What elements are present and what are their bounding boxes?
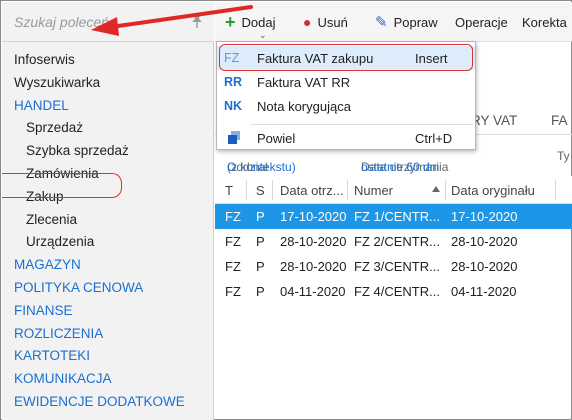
tab-vat-registry[interactable]: RY VAT — [471, 113, 517, 128]
add-button[interactable]: + Dodaj ⌄ — [225, 2, 275, 42]
nav-item-zakup[interactable]: Zakup — [2, 186, 214, 209]
operations-button[interactable]: Operacje — [455, 2, 508, 42]
pin-icon[interactable] — [190, 13, 204, 29]
nav-item-wyszukiwarka[interactable]: Wyszukiwarka — [2, 72, 214, 95]
type-filter[interactable]: Ty — [557, 149, 570, 163]
cell-status: P — [256, 284, 265, 299]
column-divider — [272, 180, 273, 200]
menu-item-label: Powiel — [257, 130, 296, 146]
fz-icon: FZ — [224, 51, 240, 65]
cell-received-date: 28-10-2020 — [280, 259, 347, 274]
cell-received-date: 28-10-2020 — [280, 234, 347, 249]
table-row[interactable]: FZ P 17-10-2020 FZ 1/CENTR... 17-10-2020 — [215, 204, 572, 229]
column-divider — [555, 180, 556, 200]
nav-section-polityka-cenowa[interactable]: POLITYKA CENOWA — [2, 277, 214, 300]
column-header-number[interactable]: Numer — [354, 183, 393, 198]
delete-icon: ● — [303, 14, 312, 30]
cell-received-date: 17-10-2020 — [280, 209, 347, 224]
menu-item-faktura-vat-rr[interactable]: RR Faktura VAT RR — [217, 70, 475, 94]
documents-table: T S Data otrz... Numer Data oryginału FZ… — [215, 176, 572, 304]
column-header-received-date[interactable]: Data otrz... — [280, 183, 344, 198]
table-row[interactable]: FZ P 04-11-2020 FZ 4/CENTR... 04-11-2020 — [215, 279, 572, 304]
fix-button[interactable]: ✎ Popraw — [375, 2, 438, 42]
table-row[interactable]: FZ P 28-10-2020 FZ 3/CENTR... 28-10-2020 — [215, 254, 572, 279]
menu-item-nota-korygujaca[interactable]: NK Nota korygująca — [217, 94, 475, 118]
nav-item-urzadzenia[interactable]: Urządzenia — [2, 231, 214, 254]
chevron-down-icon: ⌄ — [259, 30, 267, 40]
cell-number: FZ 2/CENTR... — [354, 234, 440, 249]
cell-type: FZ — [225, 209, 241, 224]
menu-item-label: Nota korygująca — [257, 98, 351, 114]
cell-type: FZ — [225, 259, 241, 274]
table-header: T S Data otrz... Numer Data oryginału — [215, 176, 572, 204]
cell-original-date: 28-10-2020 — [451, 234, 518, 249]
nav-section-komunikacja[interactable]: KOMUNIKACJA — [2, 368, 214, 391]
correction-button-label: Korekta — [522, 14, 567, 30]
cell-original-date: 17-10-2020 — [451, 209, 518, 224]
tab-partial[interactable]: FA — [551, 113, 568, 128]
cell-status: P — [256, 209, 265, 224]
add-dropdown-menu: FZ Faktura VAT zakupu Insert RR Faktura … — [216, 41, 476, 150]
plus-icon: + — [225, 11, 236, 32]
cell-status: P — [256, 234, 265, 249]
brush-icon: ✎ — [375, 14, 388, 31]
nav-section-magazyn[interactable]: MAGAZYN — [2, 254, 214, 277]
nav-item-szybka-sprzedaz[interactable]: Szybka sprzedaż — [2, 140, 214, 163]
toolbar: + Dodaj ⌄ ● Usuń ✎ Popraw Operacje Korek… — [215, 2, 572, 42]
menu-item-label: Faktura VAT RR — [257, 74, 351, 90]
cell-type: FZ — [225, 234, 241, 249]
menu-item-shortcut: Insert — [415, 50, 448, 66]
nav-tree: Infoserwis Wyszukiwarka HANDEL Sprzedaż … — [2, 49, 214, 414]
command-search[interactable]: Szukaj poleceń — [2, 2, 214, 42]
menu-item-powiel[interactable]: Powiel Ctrl+D — [217, 126, 475, 150]
fix-button-label: Popraw — [393, 14, 438, 30]
nav-item-infoserwis[interactable]: Infoserwis — [2, 49, 214, 72]
nav-section-rozliczenia[interactable]: ROZLICZENIA — [2, 323, 214, 346]
column-header-status[interactable]: S — [256, 183, 265, 198]
add-button-label: Dodaj — [241, 14, 276, 30]
operations-button-label: Operacje — [455, 14, 508, 30]
menu-item-label: Faktura VAT zakupu — [257, 50, 374, 66]
cell-received-date: 04-11-2020 — [280, 284, 346, 299]
column-header-original-date[interactable]: Data oryginału — [451, 183, 535, 198]
nav-item-zlecenia[interactable]: Zlecenia — [2, 209, 214, 232]
sidebar: Szukaj poleceń Infoserwis Wyszukiwarka H… — [2, 2, 214, 420]
app-window: Szukaj poleceń Infoserwis Wyszukiwarka H… — [0, 0, 572, 420]
cell-original-date: 04-11-2020 — [451, 284, 517, 299]
nav-section-finanse[interactable]: FINANSE — [2, 300, 214, 323]
division-filter-value[interactable]: (z kontekstu) — [227, 160, 296, 174]
search-placeholder: Szukaj poleceń — [14, 14, 109, 30]
rr-icon: RR — [224, 75, 243, 89]
cell-number: FZ 4/CENTR... — [354, 284, 440, 299]
nav-item-zamowienia[interactable]: Zamówienia — [2, 163, 214, 186]
column-header-type[interactable]: T — [225, 183, 233, 198]
menu-separator — [251, 124, 473, 125]
copy-icon — [228, 131, 242, 145]
cell-status: P — [256, 259, 265, 274]
correction-button[interactable]: Korekta — [522, 2, 567, 42]
table-row[interactable]: FZ P 28-10-2020 FZ 2/CENTR... 28-10-2020 — [215, 229, 572, 254]
column-divider — [246, 180, 247, 200]
menu-item-faktura-vat-zakupu[interactable]: FZ Faktura VAT zakupu Insert — [217, 46, 475, 70]
nav-section-kartoteki[interactable]: KARTOTEKI — [2, 345, 214, 368]
delete-button-label: Usuń — [317, 14, 348, 30]
sort-ascending-icon[interactable] — [432, 186, 440, 192]
nav-section-handel[interactable]: HANDEL — [2, 95, 214, 118]
delete-button[interactable]: ● Usuń — [303, 2, 348, 42]
cell-original-date: 28-10-2020 — [451, 259, 518, 274]
column-divider — [445, 180, 446, 200]
column-divider — [347, 180, 348, 200]
date-filter-value[interactable]: ostatnie 60 dni — [361, 160, 439, 174]
cell-number: FZ 1/CENTR... — [354, 209, 440, 224]
nav-item-sprzedaz[interactable]: Sprzedaż — [2, 117, 214, 140]
cell-type: FZ — [225, 284, 241, 299]
nav-section-ewidencje-dodatkowe[interactable]: EWIDENCJE DODATKOWE — [2, 391, 214, 414]
cell-number: FZ 3/CENTR... — [354, 259, 440, 274]
menu-item-shortcut: Ctrl+D — [415, 130, 453, 146]
nk-icon: NK — [224, 99, 243, 113]
